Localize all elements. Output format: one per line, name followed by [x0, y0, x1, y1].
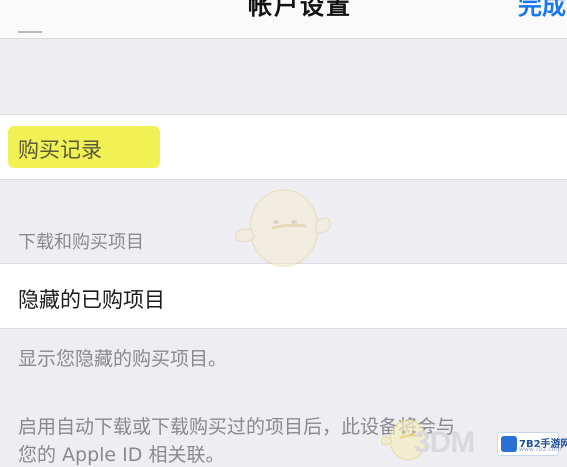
watermark-mascot-icon	[235, 189, 331, 267]
navigation-bar: 帐户设置 完成	[0, 0, 567, 39]
page-title: 帐户设置	[248, 0, 352, 20]
purchase-history-label: 购买记录	[18, 138, 102, 162]
group-spacer	[0, 39, 567, 114]
watermark-badge-sub: www.7b2.com	[519, 446, 562, 453]
watermark-badge-icon	[501, 436, 517, 452]
auto-download-note-line2: 您的 Apple ID 相关联。	[18, 444, 225, 466]
hidden-purchases-note: 显示您隐藏的购买项目。	[18, 348, 228, 370]
watermark-3dm-logo: 3DM	[414, 426, 475, 459]
section-header-downloads: 下载和购买项目	[18, 232, 144, 253]
watermark-badge: 7B2手游网 www.7b2.com	[497, 432, 567, 456]
hidden-purchases-label: 隐藏的已购项目	[18, 288, 165, 312]
done-button[interactable]: 完成	[518, 0, 566, 21]
previous-row-remnant	[18, 31, 42, 33]
hidden-purchases-row[interactable]: 隐藏的已购项目	[0, 263, 567, 329]
